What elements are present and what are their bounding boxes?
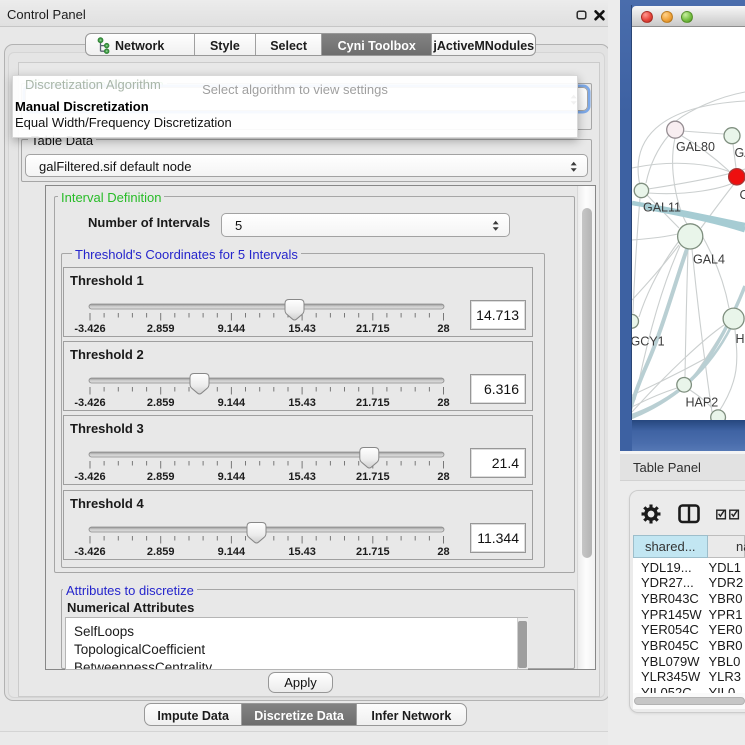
svg-text:15.43: 15.43 (288, 323, 316, 335)
svg-text:2.859: 2.859 (147, 323, 175, 335)
svg-text:GAL4: GAL4 (693, 253, 725, 267)
svg-text:9.144: 9.144 (218, 397, 246, 409)
svg-text:9.144: 9.144 (218, 471, 246, 483)
svg-text:28: 28 (437, 471, 449, 483)
svg-text:-3.426: -3.426 (74, 471, 105, 483)
svg-text:21.715: 21.715 (356, 323, 390, 335)
svg-text:21.715: 21.715 (356, 546, 390, 558)
svg-text:GA: GA (735, 146, 745, 160)
svg-text:GAL80: GAL80 (676, 140, 715, 154)
svg-text:2.859: 2.859 (147, 397, 175, 409)
svg-text:-3.426: -3.426 (74, 546, 105, 558)
svg-text:GAL11: GAL11 (643, 201, 681, 215)
svg-text:15.43: 15.43 (288, 397, 316, 409)
svg-text:28: 28 (437, 546, 449, 558)
svg-text:28: 28 (437, 397, 449, 409)
svg-text:-3.426: -3.426 (74, 397, 105, 409)
svg-text:9.144: 9.144 (218, 546, 246, 558)
svg-text:15.43: 15.43 (288, 546, 316, 558)
svg-text:21.715: 21.715 (356, 471, 390, 483)
svg-text:HAP2: HAP2 (686, 396, 719, 410)
svg-text:C: C (740, 188, 745, 202)
svg-text:15.43: 15.43 (288, 471, 316, 483)
svg-text:21.715: 21.715 (356, 397, 390, 409)
svg-text:9.144: 9.144 (218, 323, 246, 335)
svg-text:28: 28 (437, 323, 449, 335)
svg-text:2.859: 2.859 (147, 546, 175, 558)
svg-text:GCY1: GCY1 (632, 335, 665, 349)
svg-text:2.859: 2.859 (147, 471, 175, 483)
svg-text:-3.426: -3.426 (74, 323, 105, 335)
svg-text:H: H (736, 332, 745, 346)
